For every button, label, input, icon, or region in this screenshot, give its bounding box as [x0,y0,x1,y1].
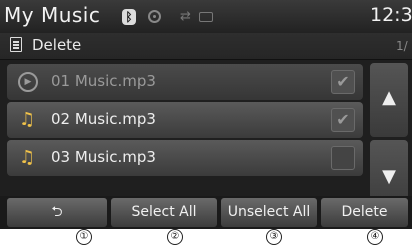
arrow-down-icon: ▼ [382,166,396,187]
list-item-label: 02 Music.mp3 [51,110,156,128]
select-all-button[interactable]: Select All [111,198,217,227]
list-item[interactable]: ♫ 02 Music.mp3 ✔ [7,102,363,138]
music-note-icon: ♫ [19,147,36,168]
bluetooth-icon: ᛒ [122,9,136,25]
arrow-up-icon: ▲ [382,87,396,108]
clock: 12:3 [370,4,412,26]
back-button[interactable]: ⮌ [7,198,107,227]
list-item[interactable]: ▶ 01 Music.mp3 ✔ [7,64,363,100]
status-bar: My Music ᛒ ⇄ 12:3 [0,0,412,33]
music-note-icon: ♫ [19,109,36,130]
play-circle-icon: ▶ [18,72,38,92]
unselect-all-button[interactable]: Unselect All [221,198,317,227]
delete-button[interactable]: Delete [321,198,408,227]
usb-icon: ⇄ [180,9,191,24]
list-item-label: 01 Music.mp3 [51,72,156,90]
document-icon [10,37,22,52]
page-indicator: 1/ [396,39,408,53]
app-title: My Music [4,3,101,27]
music-delete-screen: My Music ᛒ ⇄ 12:3 Delete 1/ ▶ 01 Music.m… [0,0,412,229]
back-arrow-icon: ⮌ [51,204,63,220]
list-item-label: 03 Music.mp3 [51,148,156,166]
subheader: Delete 1/ [0,33,412,60]
disc-icon [148,10,161,23]
battery-icon [199,12,213,22]
checkbox[interactable]: ✔ [331,70,355,94]
checkbox[interactable] [331,146,355,170]
page-title: Delete [32,36,82,54]
scroll-up-button[interactable]: ▲ [370,63,408,137]
checkbox[interactable]: ✔ [331,108,355,132]
bottom-toolbar: ⮌ Select All Unselect All Delete [0,196,412,229]
list-item[interactable]: ♫ 03 Music.mp3 [7,140,363,176]
